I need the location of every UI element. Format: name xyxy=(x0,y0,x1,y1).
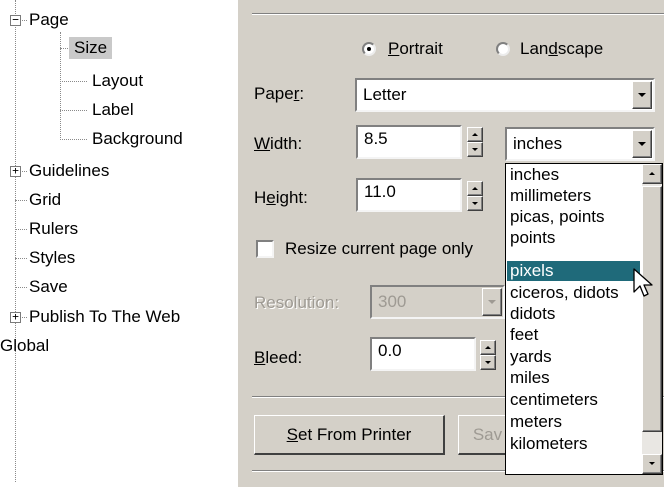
tree-item-grid[interactable]: Grid xyxy=(29,189,61,211)
units-option-kilometers[interactable]: kilometers xyxy=(507,434,640,454)
tree-item-page[interactable]: Page xyxy=(29,9,69,31)
tree-connector xyxy=(15,229,27,230)
units-option-ciceros-didots[interactable]: ciceros, didots xyxy=(507,283,640,303)
paper-value: Letter xyxy=(363,85,407,104)
units-option-picas-points[interactable]: picas, points xyxy=(507,207,640,227)
units-option-miles[interactable]: miles xyxy=(507,368,640,388)
spin-down-icon xyxy=(485,360,491,364)
spin-down-icon xyxy=(472,201,478,205)
tree-connector xyxy=(15,287,27,288)
resolution-select[interactable]: 300 xyxy=(370,285,505,319)
units-option-inches[interactable]: inches xyxy=(507,165,640,185)
units-option-meters[interactable]: meters xyxy=(507,412,640,432)
height-spin-down[interactable] xyxy=(467,196,483,211)
units-option-pixels[interactable]: pixels xyxy=(507,261,640,281)
bleed-spin-up[interactable] xyxy=(480,340,496,355)
width-input[interactable]: 8.5 xyxy=(356,125,462,159)
paper-dropdown-button[interactable] xyxy=(632,81,652,109)
tree-item-size[interactable]: Size xyxy=(69,37,113,59)
bleed-spin-down[interactable] xyxy=(480,355,496,370)
paper-label: Paper: xyxy=(254,84,305,103)
options-tree: − + + Page Size Layout Label Background … xyxy=(0,0,236,487)
bleed-label: Bleed: xyxy=(254,348,303,367)
units-option-millimeters[interactable]: millimeters xyxy=(507,186,640,206)
tree-connector xyxy=(15,0,16,482)
tree-connector xyxy=(60,139,87,140)
scroll-up-button[interactable] xyxy=(642,164,662,184)
units-dropdown-list[interactable]: inches millimeters picas, points points … xyxy=(505,163,663,475)
height-label: Height: xyxy=(254,188,308,207)
spin-up-icon xyxy=(472,132,478,136)
tree-item-publish-to-the-web[interactable]: Publish To The Web xyxy=(29,306,180,328)
resolution-label: Resolution: xyxy=(254,293,340,312)
width-spin-up[interactable] xyxy=(467,127,483,142)
chevron-down-icon xyxy=(638,142,646,146)
height-input[interactable]: 11.0 xyxy=(356,178,462,212)
bleed-input[interactable]: 0.0 xyxy=(370,337,476,371)
mouse-pointer-icon xyxy=(633,268,653,297)
scroll-up-icon xyxy=(649,172,655,175)
tree-item-save[interactable]: Save xyxy=(29,276,68,298)
collapse-page-icon[interactable]: − xyxy=(10,14,21,26)
paper-select[interactable]: Letter xyxy=(355,78,655,112)
tree-item-layout[interactable]: Layout xyxy=(92,70,143,92)
spin-down-icon xyxy=(472,147,478,151)
tree-item-label[interactable]: Label xyxy=(92,99,134,121)
units-list-scrollbar[interactable] xyxy=(642,164,662,474)
landscape-radio[interactable] xyxy=(496,42,510,56)
units-option-centimeters[interactable]: centimeters xyxy=(507,390,640,410)
scroll-down-icon xyxy=(649,462,655,465)
chevron-down-icon xyxy=(488,300,496,304)
spin-up-icon xyxy=(472,186,478,190)
width-spin-down[interactable] xyxy=(467,142,483,157)
spin-up-icon xyxy=(485,345,491,349)
tree-item-background[interactable]: Background xyxy=(92,128,183,150)
portrait-label[interactable]: Portrait xyxy=(388,38,443,60)
tree-connector xyxy=(15,200,27,201)
landscape-label[interactable]: Landscape xyxy=(520,38,603,60)
expand-publish-icon[interactable]: + xyxy=(10,311,21,323)
chevron-down-icon xyxy=(638,93,646,97)
units-select[interactable]: inches xyxy=(505,127,655,161)
tree-item-guidelines[interactable]: Guidelines xyxy=(29,160,109,182)
units-option-feet[interactable]: feet xyxy=(507,325,640,345)
tree-item-styles[interactable]: Styles xyxy=(29,247,75,269)
width-label: Width: xyxy=(254,134,303,153)
bleed-value: 0.0 xyxy=(378,341,402,360)
portrait-radio[interactable] xyxy=(362,42,376,56)
group-separator xyxy=(252,13,664,15)
tree-item-rulers[interactable]: Rulers xyxy=(29,218,78,240)
resolution-dropdown-button[interactable] xyxy=(482,288,502,316)
units-option-yards[interactable]: yards xyxy=(507,347,640,367)
units-value: inches xyxy=(513,134,563,153)
tree-connector xyxy=(60,81,87,82)
resize-current-page-label[interactable]: Resize current page only xyxy=(285,238,473,260)
scroll-down-button[interactable] xyxy=(642,454,662,474)
height-spin-up[interactable] xyxy=(467,181,483,196)
scroll-thumb[interactable] xyxy=(642,186,662,432)
resolution-value: 300 xyxy=(378,292,407,311)
tree-item-global[interactable]: Global xyxy=(0,335,49,357)
units-dropdown-button[interactable] xyxy=(632,130,652,158)
tree-connector xyxy=(60,110,87,111)
tree-connector xyxy=(15,258,27,259)
expand-guidelines-icon[interactable]: + xyxy=(10,165,21,177)
width-value: 8.5 xyxy=(364,129,388,148)
set-from-printer-button[interactable]: Set From Printer xyxy=(254,415,445,455)
units-option-didots[interactable]: didots xyxy=(507,304,640,324)
resize-current-page-checkbox[interactable] xyxy=(256,240,274,258)
height-value: 11.0 xyxy=(364,182,396,201)
units-option-points[interactable]: points xyxy=(507,228,640,248)
